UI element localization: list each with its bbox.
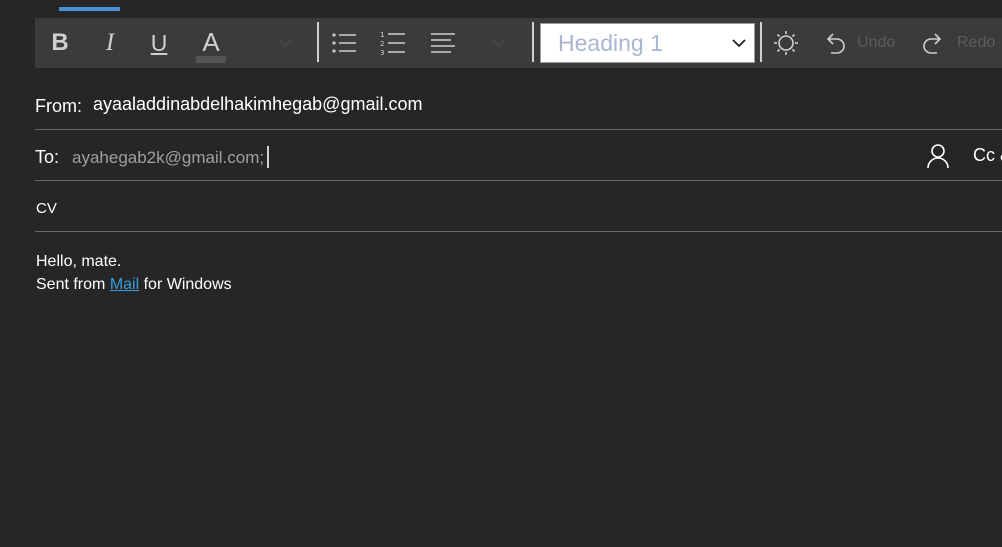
italic-button[interactable]: I bbox=[97, 18, 123, 68]
subject-input[interactable]: CV bbox=[36, 200, 57, 217]
person-icon[interactable] bbox=[927, 143, 949, 169]
theme-toggle-button[interactable] bbox=[771, 18, 801, 68]
subject-field[interactable]: CV bbox=[35, 182, 1002, 232]
text-caret bbox=[267, 146, 270, 168]
bullets-icon bbox=[332, 33, 356, 53]
svg-text:3: 3 bbox=[380, 49, 384, 56]
align-button[interactable] bbox=[428, 18, 458, 68]
to-label: To: bbox=[35, 147, 60, 167]
redo-label: Redo bbox=[957, 34, 996, 51]
body-greeting: Hello, mate. bbox=[36, 253, 122, 270]
bold-button[interactable]: B bbox=[47, 18, 73, 68]
from-account[interactable]: ayaaladdinabdelhakimhegab@gmail.com bbox=[93, 94, 422, 115]
heading-style-value: Heading 1 bbox=[558, 29, 663, 56]
font-color-swatch bbox=[196, 55, 226, 63]
selected-tab-indicator bbox=[59, 7, 120, 11]
recipient-chip[interactable]: ayahegab2k@gmail.com; bbox=[72, 148, 264, 167]
chevron-down-icon bbox=[492, 39, 506, 48]
undo-icon bbox=[826, 33, 845, 54]
font-options-dropdown[interactable] bbox=[273, 18, 297, 68]
theme-icon bbox=[774, 31, 798, 55]
formatting-toolbar: B I U A 1 2 3 Heading 1 Undo Redo bbox=[35, 18, 1002, 68]
numbering-button[interactable]: 1 2 3 bbox=[378, 18, 408, 68]
from-field[interactable]: From: ayaaladdinabdelhakimhegab@gmail.co… bbox=[35, 80, 1002, 130]
bullets-button[interactable] bbox=[329, 18, 359, 68]
toolbar-divider bbox=[760, 22, 762, 62]
svg-text:2: 2 bbox=[380, 40, 384, 48]
message-body[interactable]: Hello, mate. Sent from Mail for Windows bbox=[36, 250, 232, 296]
font-color-icon: A bbox=[202, 26, 220, 57]
font-color-button[interactable]: A bbox=[195, 18, 227, 68]
chevron-down-icon bbox=[278, 39, 292, 48]
toolbar-divider bbox=[532, 22, 534, 62]
svg-text:1: 1 bbox=[380, 31, 384, 39]
from-label: From: bbox=[35, 96, 82, 116]
redo-button[interactable]: Redo bbox=[921, 18, 1002, 68]
chevron-down-icon bbox=[732, 39, 746, 48]
align-left-icon bbox=[431, 33, 455, 53]
signature-line: Sent from Mail for Windows bbox=[36, 273, 232, 296]
undo-button[interactable]: Undo bbox=[821, 18, 901, 68]
mail-link[interactable]: Mail bbox=[110, 276, 139, 293]
signature-suffix: for Windows bbox=[143, 276, 232, 293]
to-field[interactable]: To: ayahegab2k@gmail.com; Cc & bbox=[35, 131, 1002, 181]
toolbar-divider bbox=[317, 22, 319, 62]
numbering-icon: 1 2 3 bbox=[380, 31, 405, 56]
cc-bcc-button[interactable]: Cc & bbox=[973, 145, 1002, 166]
to-input[interactable]: ayahegab2k@gmail.com; bbox=[72, 146, 270, 168]
paragraph-options-dropdown[interactable] bbox=[487, 18, 511, 68]
underline-button[interactable]: U bbox=[146, 18, 172, 68]
mail-compose-window: B I U A 1 2 3 Heading 1 Undo Redo From: … bbox=[0, 0, 1002, 547]
undo-label: Undo bbox=[857, 34, 896, 51]
heading-style-select[interactable]: Heading 1 bbox=[540, 23, 755, 63]
signature-prefix: Sent from bbox=[36, 276, 106, 293]
redo-icon bbox=[923, 33, 942, 54]
